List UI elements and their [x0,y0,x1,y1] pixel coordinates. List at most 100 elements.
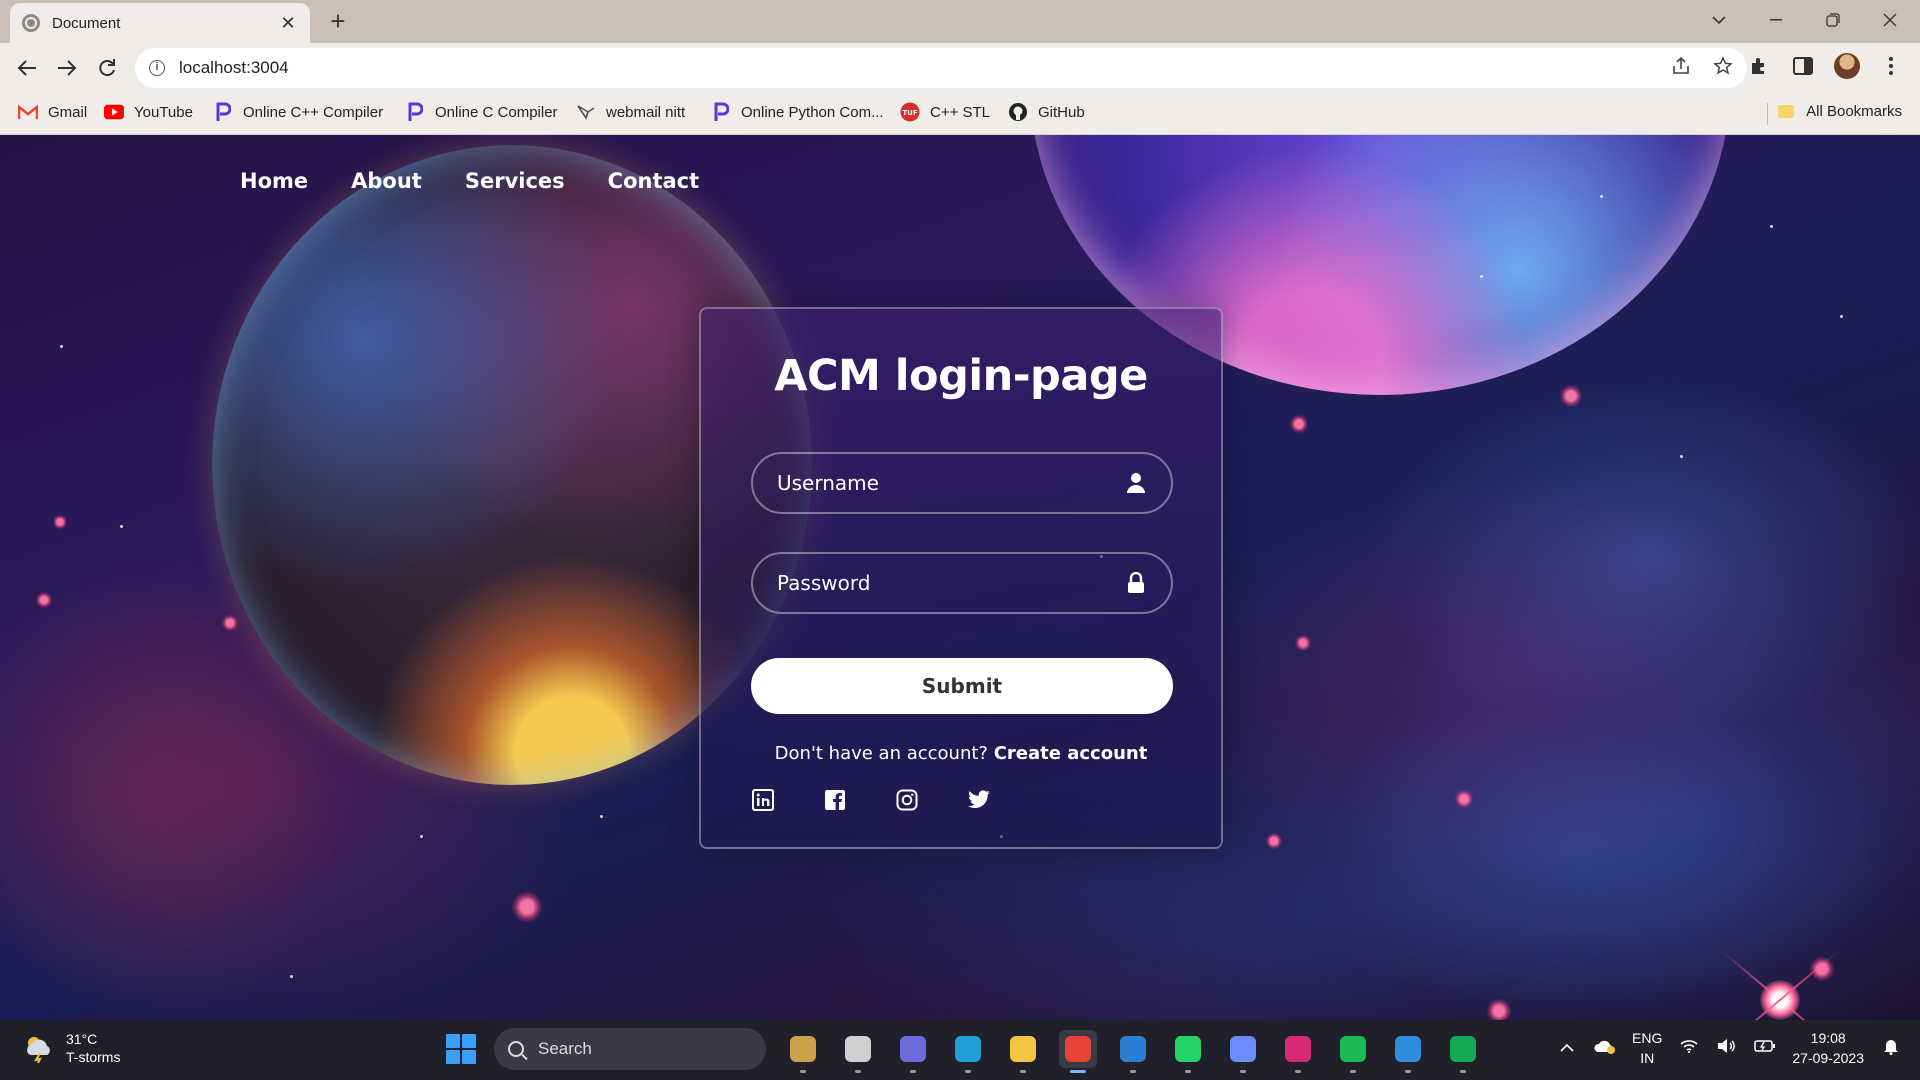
reload-icon[interactable] [92,53,122,83]
chevron-up-icon[interactable] [1556,1039,1578,1057]
nav-about[interactable]: About [351,169,422,193]
minimize-icon[interactable] [1751,0,1801,40]
onedrive-icon[interactable] [1594,1038,1616,1059]
mail-icon[interactable] [1114,1030,1152,1073]
edge-icon[interactable] [949,1030,987,1073]
restore-icon[interactable] [1808,0,1858,40]
all-bookmarks-button[interactable]: All Bookmarks [1778,103,1902,120]
glow-orb [36,592,52,608]
password-field[interactable] [751,552,1173,614]
linkedin-icon[interactable] [751,788,775,812]
widgets-app-icon[interactable] [784,1030,822,1073]
bookmark-label: Online Python Com... [741,103,884,121]
search-icon [508,1041,524,1057]
menu-kebab-icon[interactable] [1878,53,1904,79]
instagram-app-icon[interactable] [1279,1030,1317,1073]
glow-orb [53,515,67,529]
close-tab-icon[interactable]: ✕ [278,13,298,34]
extensions-icon[interactable] [1746,53,1772,79]
running-indicator [855,1070,861,1073]
language-indicator[interactable]: ENG IN [1632,1028,1662,1068]
weather-widget[interactable]: 31°C T-storms [22,1030,120,1066]
glow-orb [222,615,238,631]
username-field[interactable] [751,452,1173,514]
address-bar[interactable]: i localhost:3004 [135,48,1747,88]
pinned-apps [784,1030,1482,1073]
system-tray: ENG IN 19:08 27-09-2023 [1556,1028,1902,1068]
star [420,835,423,838]
facebook-icon[interactable] [823,788,847,812]
username-input[interactable] [777,471,1125,495]
github-icon [1008,103,1028,121]
url-text[interactable]: localhost:3004 [179,58,289,78]
glow-orb [1290,415,1308,433]
chrome-icon[interactable] [1059,1030,1097,1073]
bookmark-star-icon[interactable] [1713,56,1733,82]
programiz-icon [711,102,731,121]
task-view-glyph [845,1036,871,1062]
clock[interactable]: 19:08 27-09-2023 [1792,1028,1864,1068]
twitter-icon[interactable] [967,788,991,812]
whatsapp-icon[interactable] [1169,1030,1207,1073]
bookmark-github[interactable]: GitHub [1008,103,1085,121]
browser-toolbar: i localhost:3004 [0,43,1920,93]
thunderstorm-icon [22,1033,56,1064]
nav-home[interactable]: Home [240,169,308,193]
volume-icon[interactable] [1716,1038,1738,1059]
bookmark-online-python[interactable]: Online Python Com... [711,102,884,121]
nav-contact[interactable]: Contact [608,169,700,193]
bookmark-cpp-stl[interactable]: TUF C++ STL [900,102,991,122]
bookmark-label: C++ STL [930,103,991,121]
nav-services[interactable]: Services [465,169,565,193]
new-tab-button[interactable]: + [323,6,353,36]
star [290,975,293,978]
messenger-icon[interactable] [1224,1030,1262,1073]
close-window-icon[interactable] [1865,0,1915,40]
globe-icon [22,14,40,32]
notification-bell-icon[interactable] [1880,1037,1902,1060]
tab-search-icon[interactable] [1694,0,1744,40]
profile-avatar[interactable] [1834,53,1860,79]
lens-flare [1735,955,1825,1020]
weather-temp: 31°C [66,1031,98,1047]
teams-meet-icon[interactable] [894,1030,932,1073]
back-icon[interactable] [12,53,42,83]
taskbar-search[interactable]: Search [494,1028,766,1070]
glow-orb [1487,999,1511,1020]
bookmark-online-c[interactable]: Online C Compiler [405,102,558,121]
bookmark-gmail[interactable]: Gmail [18,103,87,121]
create-account-link[interactable]: Create account [994,743,1148,764]
star [600,815,603,818]
search-label: Search [538,1039,592,1058]
file-explorer-icon[interactable] [1004,1030,1042,1073]
edge-glyph [955,1036,981,1062]
instagram-icon[interactable] [895,788,919,812]
submit-button[interactable]: Submit [751,658,1173,714]
task-view-icon[interactable] [839,1030,877,1073]
battery-icon[interactable] [1754,1039,1776,1058]
running-indicator [1350,1070,1356,1073]
bookmark-online-cpp[interactable]: Online C++ Compiler [213,102,383,121]
password-input[interactable] [777,571,1125,595]
windows-start-icon[interactable] [446,1034,476,1064]
running-indicator [1185,1070,1191,1073]
region-code: IN [1640,1050,1655,1066]
share-icon[interactable] [1671,56,1691,82]
running-indicator [965,1070,971,1073]
bookmark-youtube[interactable]: YouTube [104,103,193,121]
site-info-icon[interactable]: i [149,60,165,76]
vscode-glyph [1395,1036,1421,1062]
vscode-icon[interactable] [1389,1030,1427,1073]
running-indicator [1460,1070,1466,1073]
mongodb-compass-icon[interactable] [1444,1030,1482,1073]
side-panel-icon[interactable] [1790,53,1816,79]
bookmark-label: YouTube [134,103,193,121]
mail-glyph [1120,1036,1146,1062]
forward-icon[interactable] [52,53,82,83]
bookmark-webmail[interactable]: webmail nitt [576,103,685,121]
browser-tab[interactable]: Document ✕ [10,3,310,43]
file-explorer-glyph [1010,1036,1036,1062]
wifi-icon[interactable] [1678,1039,1700,1058]
spotify-icon[interactable] [1334,1030,1372,1073]
register-text: Don't have an account? [774,743,988,764]
